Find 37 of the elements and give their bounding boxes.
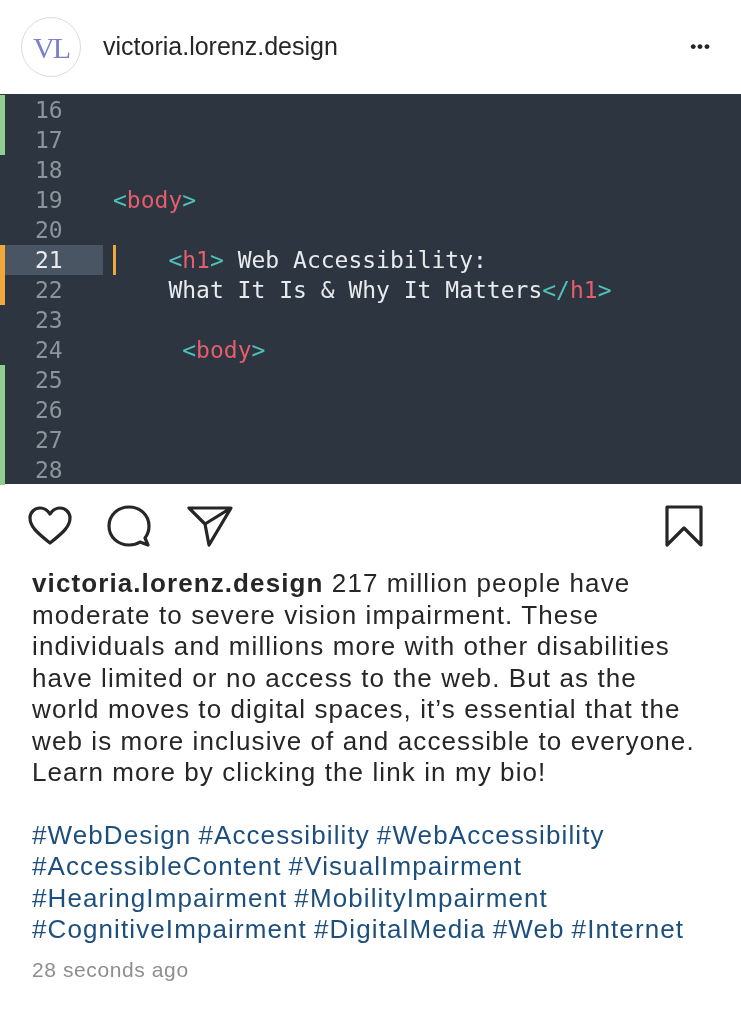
comment-icon[interactable] [107, 505, 151, 547]
line-number: 21 [5, 245, 103, 275]
bookmark-icon[interactable] [665, 505, 703, 547]
hashtag-link[interactable]: #VisualImpairment [288, 851, 523, 883]
line-number: 24 [34, 335, 64, 365]
hashtag-link[interactable]: #AccessibleContent [32, 851, 282, 883]
hashtag-link[interactable]: #Accessibility [198, 819, 370, 851]
line-number: 26 [34, 395, 64, 425]
line-number: 23 [34, 305, 64, 335]
cursor-marker [113, 245, 116, 275]
hashtag-link[interactable]: #Web [492, 914, 565, 946]
code-line: <body> [182, 335, 266, 365]
more-options-button[interactable]: ••• [690, 34, 711, 60]
hashtag-link[interactable]: #Internet [571, 914, 685, 946]
hashtag-link[interactable]: #WebAccessibility [376, 819, 605, 851]
hashtag-link[interactable]: #CognitiveImpairment [32, 914, 307, 946]
heart-icon[interactable] [28, 506, 72, 546]
code-line: <h1> Web Accessibility: [168, 245, 487, 275]
share-icon[interactable] [187, 505, 233, 547]
post-caption: victoria.lorenz.design 217 million people have moderate to severe vision impairment. These individuals and millions more with other disabilities have limited or no access to the web. But as the world moves to digital spaces, it’s essential that the web is more inclusive of and accessible to everyone. Learn more by clicking the link in my bio! [32, 568, 696, 789]
username[interactable]: victoria.lorenz.design [103, 28, 338, 66]
hashtag-link[interactable]: #WebDesign [32, 819, 192, 851]
line-number: 20 [34, 215, 64, 245]
line-number: 16 [34, 95, 64, 125]
timestamp: 28 seconds ago [32, 956, 190, 983]
line-number: 28 [34, 455, 64, 485]
hashtag-link[interactable]: #MobilityImpairment [294, 882, 548, 914]
hashtag-link[interactable]: #HearingImpairment [32, 882, 288, 914]
line-number: 22 [34, 275, 64, 305]
code-line: What It Is & Why It Matters</h1> [168, 275, 612, 305]
line-number: 18 [34, 155, 64, 185]
line-number: 27 [34, 425, 64, 455]
line-number: 19 [34, 185, 64, 215]
line-number: 17 [34, 125, 64, 155]
hashtag-link[interactable]: #DigitalMedia [313, 914, 486, 946]
code-line: <body> [113, 185, 197, 215]
line-number: 25 [34, 365, 64, 395]
